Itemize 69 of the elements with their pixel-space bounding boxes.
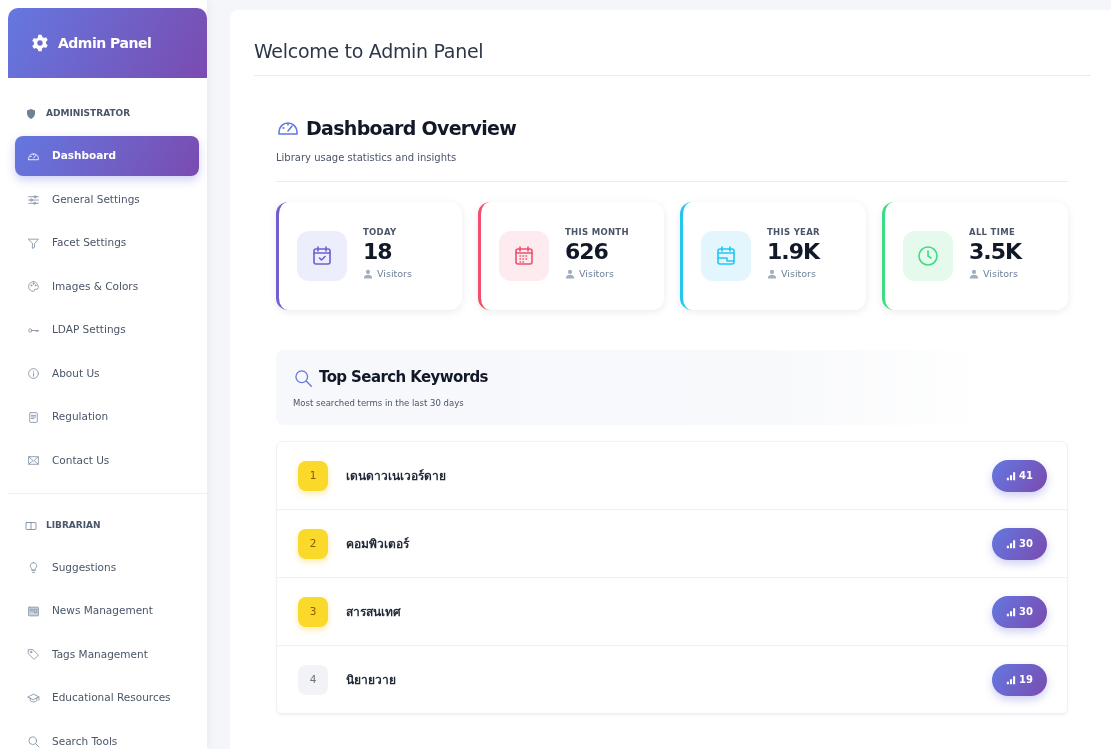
envelope-icon xyxy=(27,454,40,467)
keyword-text: เดนดาวเนเวอร์ดาย xyxy=(346,467,447,485)
book-icon xyxy=(25,519,37,532)
sidebar-link[interactable]: Suggestions xyxy=(15,547,199,588)
sidebar-link[interactable]: LDAP Settings xyxy=(15,310,199,350)
sidebar-link[interactable]: General Settings xyxy=(15,179,199,220)
graduation-cap-icon xyxy=(27,691,40,705)
sidebar-link[interactable]: Tags Management xyxy=(15,634,199,675)
section-heading: ADMINISTRATOR xyxy=(46,107,131,121)
sidebar-link[interactable]: Images & Colors xyxy=(15,266,199,307)
newspaper-icon xyxy=(27,604,40,618)
search-icon xyxy=(293,367,313,388)
clock-icon xyxy=(916,244,940,269)
sliders-icon xyxy=(27,193,40,206)
sidebar-link[interactable]: Search Tools xyxy=(15,721,199,749)
rank-badge: 2 xyxy=(298,528,328,559)
sidebar-link[interactable]: Educational Resources xyxy=(15,678,199,718)
shield-icon xyxy=(25,108,37,120)
person-icon xyxy=(363,268,373,279)
sidebar-link[interactable]: Facet Settings xyxy=(15,223,199,263)
sidebar-link[interactable]: Contact Us xyxy=(15,440,199,481)
stat-unit: Visitors xyxy=(579,266,614,281)
count-value: 19 xyxy=(1019,673,1033,688)
sidebar-link[interactable]: Dashboard xyxy=(15,136,199,176)
bar-chart-icon xyxy=(1006,538,1017,549)
count-value: 30 xyxy=(1019,605,1033,620)
section-heading: LIBRARIAN xyxy=(46,518,101,532)
sidebar-link[interactable]: News Management xyxy=(15,591,199,631)
stat-value: 1.9K xyxy=(767,238,820,267)
section-subtitle: Most searched terms in the last 30 days xyxy=(293,396,465,410)
tag-icon xyxy=(27,648,40,661)
funnel-icon xyxy=(27,236,40,250)
sidebar-link[interactable]: Regulation xyxy=(15,397,199,437)
section-title: Top Search Keywords xyxy=(319,367,488,389)
stat-value: 3.5K xyxy=(969,238,1022,267)
stat-label: THIS MONTH xyxy=(565,225,629,239)
stat-unit: Visitors xyxy=(377,266,412,281)
bar-chart-icon xyxy=(1006,674,1017,685)
brand-title: Admin Panel xyxy=(58,33,152,53)
rank-badge: 4 xyxy=(298,664,328,695)
gear-icon xyxy=(30,33,50,53)
stat-unit: Visitors xyxy=(983,266,1018,281)
bar-chart-icon xyxy=(1006,470,1017,481)
stat-label: TODAY xyxy=(363,225,398,239)
person-icon xyxy=(565,268,575,279)
rank-badge: 3 xyxy=(298,596,328,627)
person-icon xyxy=(767,268,777,279)
section-title: Dashboard Overview xyxy=(306,115,517,141)
bar-chart-icon xyxy=(1006,606,1017,617)
section-subtitle: Library usage statistics and insights xyxy=(276,150,1068,183)
keyword-text: สารสนเทศ xyxy=(346,603,402,621)
keyword-text: คอมพิวเตอร์ xyxy=(346,535,411,553)
person-icon xyxy=(969,268,979,279)
document-icon xyxy=(27,410,40,424)
lightbulb-icon xyxy=(27,561,40,574)
stat-label: ALL TIME xyxy=(969,225,1016,239)
search-icon xyxy=(27,735,40,748)
keyword-text: นิยายวาย xyxy=(346,671,397,689)
count-value: 41 xyxy=(1019,469,1033,484)
stat-value: 18 xyxy=(363,238,393,267)
stat-label: THIS YEAR xyxy=(767,225,820,239)
stat-unit: Visitors xyxy=(781,266,816,281)
page-title: Welcome to Admin Panel xyxy=(254,40,1091,76)
sidebar-link[interactable]: About Us xyxy=(15,353,199,394)
info-icon xyxy=(27,367,40,380)
count-value: 30 xyxy=(1019,537,1033,552)
palette-icon xyxy=(27,280,40,293)
rank-badge: 1 xyxy=(298,460,328,491)
stat-value: 626 xyxy=(565,238,609,267)
